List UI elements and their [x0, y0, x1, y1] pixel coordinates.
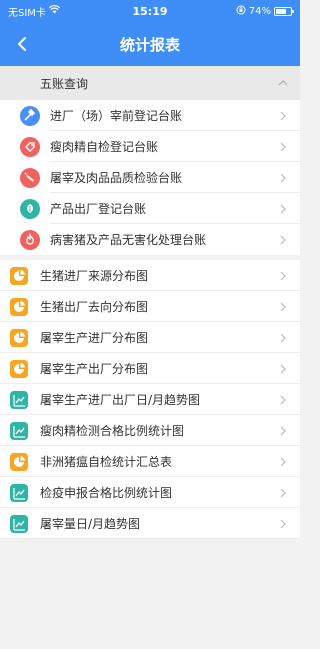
battery-fill: [276, 8, 286, 14]
chevron-right-icon: [278, 172, 288, 184]
chevron-right-icon: [278, 301, 288, 313]
chevron-left-icon: [18, 37, 26, 51]
tools-icon: [20, 105, 40, 126]
chevron-right-icon: [278, 332, 288, 344]
chevron-right-icon: [278, 234, 288, 246]
chevron-right-icon: [278, 363, 288, 375]
leaf-icon: [20, 198, 40, 219]
report-item[interactable]: 屠宰量日/月趋势图: [0, 508, 300, 539]
ledger-list: 进厂（场）宰前登记台账 瘦肉精自检登记台账屠宰及肉品品质检验台账 产品出厂登记台账病…: [0, 100, 300, 255]
report-item-label: 检疫申报合格比例统计图: [40, 486, 173, 500]
ledger-item[interactable]: 产品出厂登记台账: [0, 193, 300, 224]
knife-icon: [20, 167, 40, 188]
report-item-label: 瘦肉精检测合格比例统计图: [40, 424, 185, 438]
ledger-item-label: 瘦肉精自检登记台账: [50, 140, 159, 154]
chevron-up-icon: [276, 76, 290, 90]
pie-chart-icon: [10, 266, 28, 285]
ledger-group-header[interactable]: 五账查询: [0, 66, 300, 100]
pie-chart-icon: [10, 297, 28, 316]
pie-chart-icon: [10, 452, 28, 471]
back-button[interactable]: [8, 30, 36, 58]
line-chart-icon: [10, 421, 28, 440]
ledger-item-label: 病害猪及产品无害化处理台账: [50, 233, 207, 247]
report-item-label: 生猪进厂来源分布图: [40, 269, 149, 283]
chevron-right-icon: [278, 110, 288, 122]
flame-icon: [20, 229, 40, 250]
report-item-label: 屠宰量日/月趋势图: [40, 517, 141, 531]
pie-chart-icon: [10, 328, 28, 347]
report-item[interactable]: 非洲猪瘟自检统计汇总表: [0, 446, 300, 477]
line-chart-icon: [10, 483, 28, 502]
report-item[interactable]: 屠宰生产进厂分布图: [0, 322, 300, 353]
status-time: 15:19: [132, 5, 168, 18]
chevron-right-icon: [278, 487, 288, 499]
nav-bar: 统计报表: [0, 22, 300, 66]
report-item[interactable]: 生猪进厂来源分布图: [0, 260, 300, 291]
chevron-right-icon: [278, 425, 288, 437]
tag-icon: [20, 136, 40, 157]
report-item-label: 非洲猪瘟自检统计汇总表: [40, 455, 173, 469]
ledger-group-title: 五账查询: [40, 76, 89, 91]
chevron-right-icon: [278, 270, 288, 282]
report-item[interactable]: 屠宰生产进厂出厂日/月趋势图: [0, 384, 300, 415]
report-item-label: 屠宰生产出厂分布图: [40, 362, 149, 376]
status-bar: 无SIM卡 15:19 74%: [0, 0, 300, 22]
ledger-item-label: 产品出厂登记台账: [50, 202, 147, 216]
report-item-label: 屠宰生产进厂分布图: [40, 331, 149, 345]
report-item[interactable]: 检疫申报合格比例统计图: [0, 477, 300, 508]
pie-chart-icon: [10, 359, 28, 378]
report-item[interactable]: 屠宰生产出厂分布图: [0, 353, 300, 384]
battery-icon: [274, 6, 294, 16]
ledger-item[interactable]: 病害猪及产品无害化处理台账: [0, 224, 300, 255]
chevron-right-icon: [278, 203, 288, 215]
report-item-label: 生猪出厂去向分布图: [40, 300, 149, 314]
line-chart-icon: [10, 390, 28, 409]
chevron-right-icon: [278, 518, 288, 530]
chevron-right-icon: [278, 141, 288, 153]
chevron-right-icon: [278, 456, 288, 468]
report-list: 生猪进厂来源分布图 生猪出厂去向分布图 屠宰生产进厂分布图 屠宰生产出厂分布图屠宰生产…: [0, 260, 300, 539]
report-item-label: 屠宰生产进厂出厂日/月趋势图: [40, 393, 201, 407]
page-title: 统计报表: [119, 35, 180, 54]
ledger-item-label: 屠宰及肉品品质检验台账: [50, 171, 183, 185]
ledger-item[interactable]: 进厂（场）宰前登记台账: [0, 100, 300, 131]
ledger-item[interactable]: 屠宰及肉品品质检验台账: [0, 162, 300, 193]
report-item[interactable]: 瘦肉精检测合格比例统计图: [0, 415, 300, 446]
app-header: 无SIM卡 15:19 74% 统计报表: [0, 0, 300, 66]
report-item[interactable]: 生猪出厂去向分布图: [0, 291, 300, 322]
ledger-item-label: 进厂（场）宰前登记台账: [50, 109, 183, 123]
ledger-item[interactable]: 瘦肉精自检登记台账: [0, 131, 300, 162]
line-chart-icon: [10, 514, 28, 533]
chevron-right-icon: [278, 394, 288, 406]
